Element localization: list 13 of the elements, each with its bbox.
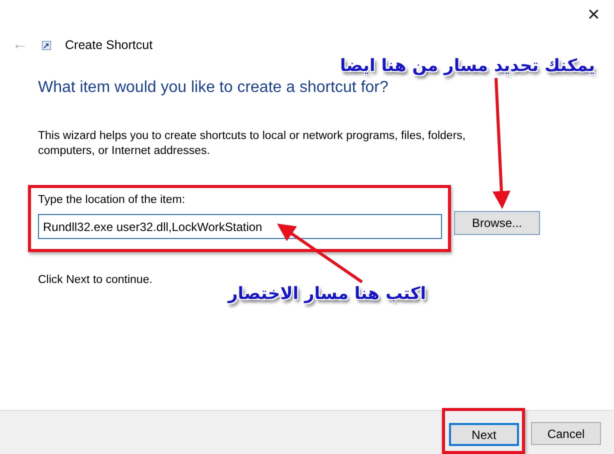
shortcut-icon bbox=[42, 40, 51, 50]
window-title: Create Shortcut bbox=[65, 36, 153, 54]
field-label: Type the location of the item: bbox=[38, 193, 186, 208]
dialog-button[interactable]: Next bbox=[449, 423, 519, 446]
dialog-button[interactable]: Cancel bbox=[531, 422, 601, 445]
description-text: This wizard helps you to create shortcuts to local or network programs, files, folders, computers, or Internet addresses. bbox=[38, 129, 467, 160]
browse-button[interactable]: Browse... bbox=[454, 211, 540, 236]
page-heading: What item would you like to create a shortcut for? bbox=[38, 78, 390, 98]
annotation-text: يمكنك تحديد مسار من هنا ايضا bbox=[340, 55, 595, 78]
annotation-text: اكتب هنا مسار الاختصار bbox=[228, 283, 426, 306]
close-button[interactable]: ✕ bbox=[583, 6, 604, 26]
hint-text: Click Next to continue. bbox=[38, 273, 154, 288]
location-field[interactable]: Rundll32.exe user32.dll,LockWorkStation bbox=[38, 214, 442, 240]
